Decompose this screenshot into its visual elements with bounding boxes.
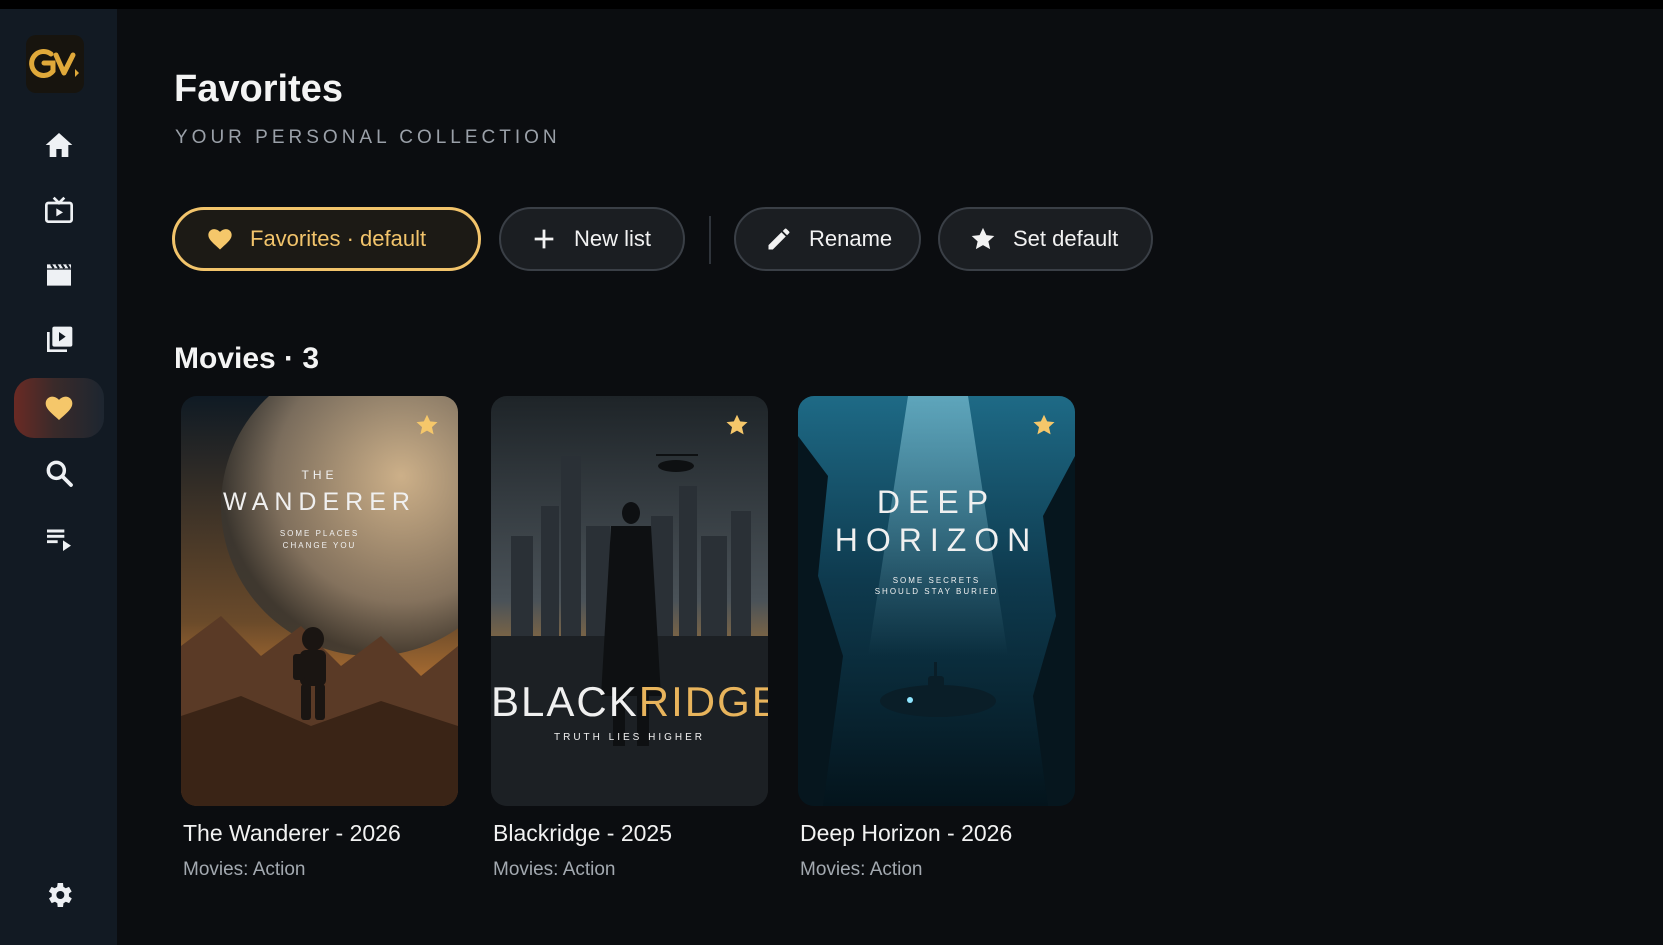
- movie-poster[interactable]: THE WANDERER SOME PLACES CHANGE YOU: [181, 396, 458, 806]
- sidebar: [0, 9, 117, 945]
- star-icon: [971, 227, 995, 250]
- top-edge-bar: [0, 0, 1663, 9]
- list-selector-label: Favorites · default: [250, 226, 427, 251]
- movie-title: Deep Horizon - 2026: [800, 820, 1013, 846]
- sidebar-item-live-tv[interactable]: [14, 181, 104, 241]
- movie-category: Movies: Action: [493, 859, 616, 880]
- movie-category: Movies: Action: [183, 859, 306, 880]
- list-selector-button[interactable]: Favorites · default: [172, 207, 481, 271]
- sidebar-item-search[interactable]: [14, 443, 104, 503]
- app-logo[interactable]: [26, 35, 84, 93]
- rename-button[interactable]: Rename: [734, 207, 921, 271]
- new-list-label: New list: [574, 226, 652, 251]
- heart-icon: [208, 229, 232, 250]
- video-library-icon: [47, 326, 73, 352]
- poster-tagline: SOME SECRETS: [892, 576, 981, 585]
- sidebar-item-home[interactable]: [14, 115, 104, 175]
- poster-art-deep-horizon: [798, 396, 1075, 806]
- poster-headline: WANDERER: [223, 488, 416, 516]
- poster-art-wanderer: [181, 396, 458, 806]
- poster-tagline: TRUTH LIES HIGHER: [553, 732, 705, 743]
- pencil-icon: [768, 228, 790, 250]
- poster-tagline: CHANGE YOU: [282, 541, 357, 550]
- heart-icon: [45, 396, 73, 420]
- sidebar-item-movies[interactable]: [14, 245, 104, 305]
- movie-card[interactable]: DEEP HORIZON SOME SECRETS SHOULD STAY BU…: [798, 396, 1075, 881]
- poster-tagline: SOME PLACES: [279, 529, 360, 538]
- new-list-button[interactable]: New list: [499, 207, 685, 271]
- sidebar-item-settings[interactable]: [14, 865, 104, 925]
- search-icon: [46, 460, 73, 487]
- poster-kicker: THE: [301, 468, 338, 482]
- sidebar-item-favorites[interactable]: [14, 378, 104, 438]
- home-icon: [45, 133, 73, 157]
- movie-title: The Wanderer - 2026: [183, 820, 401, 846]
- section-title: Movies · 3: [174, 342, 320, 375]
- sidebar-item-series[interactable]: [14, 310, 104, 370]
- rename-label: Rename: [809, 226, 893, 251]
- favorite-star-icon[interactable]: [1031, 412, 1057, 438]
- poster-headline: DEEP: [876, 484, 997, 520]
- movie-category: Movies: Action: [800, 859, 923, 880]
- page-subtitle: YOUR PERSONAL COLLECTION: [175, 127, 561, 148]
- poster-headline: HORIZON: [834, 522, 1039, 558]
- movie-poster[interactable]: DEEP HORIZON SOME SECRETS SHOULD STAY BU…: [798, 396, 1075, 806]
- tv-icon: [45, 196, 73, 223]
- poster-headline-a: BLACK: [491, 678, 639, 725]
- page-title: Favorites: [174, 68, 343, 110]
- clapperboard-icon: [47, 263, 71, 286]
- movie-poster[interactable]: BLACKRIDGE TRUTH LIES HIGHER: [491, 396, 768, 806]
- poster-headline: BLACKRIDGE: [491, 678, 768, 726]
- sidebar-item-playlist[interactable]: [14, 509, 104, 569]
- toolbar-divider: [709, 216, 711, 264]
- poster-tagline: SHOULD STAY BURIED: [874, 587, 999, 596]
- plus-icon: [534, 229, 554, 249]
- favorite-star-icon[interactable]: [414, 412, 440, 438]
- gear-icon: [48, 883, 72, 907]
- poster-headline-b: RIDGE: [638, 678, 768, 725]
- logo-mark: [29, 49, 79, 78]
- poster-art-blackridge: [491, 396, 768, 806]
- movie-title: Blackridge - 2025: [493, 820, 672, 846]
- movie-card[interactable]: THE WANDERER SOME PLACES CHANGE YOU The …: [181, 396, 458, 881]
- playlist-play-icon: [47, 529, 71, 551]
- favorite-star-icon[interactable]: [724, 412, 750, 438]
- main-content: Favorites YOUR PERSONAL COLLECTION Favor…: [117, 9, 1663, 945]
- movie-card[interactable]: BLACKRIDGE TRUTH LIES HIGHER Blackridge …: [491, 396, 768, 881]
- set-default-label: Set default: [1013, 226, 1119, 251]
- set-default-button[interactable]: Set default: [938, 207, 1153, 271]
